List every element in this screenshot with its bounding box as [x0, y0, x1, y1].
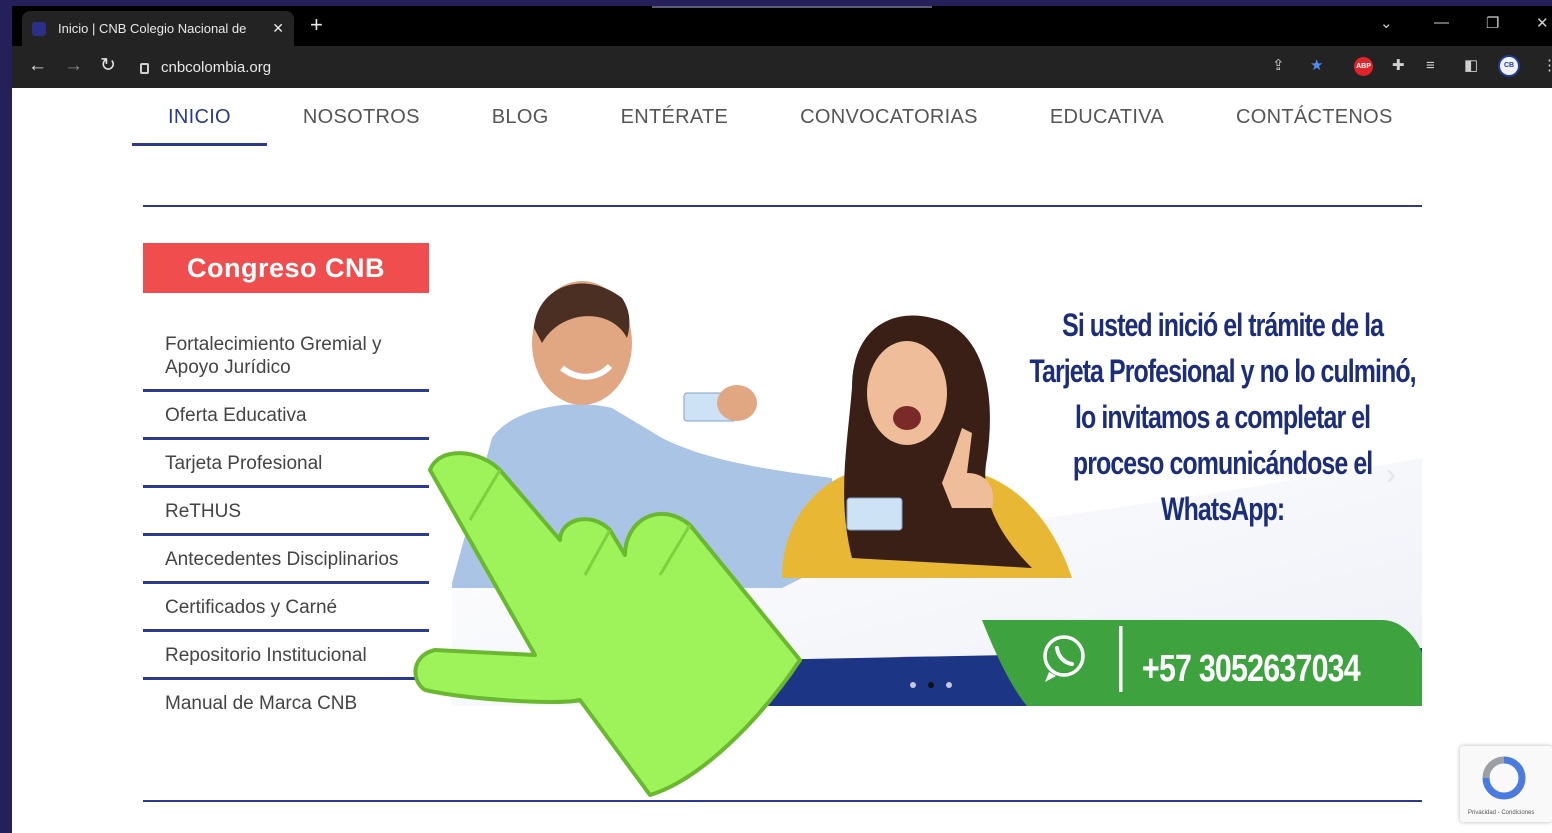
reading-list-icon[interactable]: ≡ — [1426, 57, 1435, 75]
sidebar-item-certificados[interactable]: Certificados y Carné — [143, 584, 429, 632]
restore-icon[interactable]: ❐ — [1486, 14, 1499, 32]
sidebar: Congreso CNB Fortalecimiento Gremial y A… — [143, 243, 429, 725]
carousel-dots — [910, 682, 952, 688]
site-favicon-icon — [32, 21, 46, 36]
profile-avatar[interactable]: CB — [1498, 55, 1520, 77]
banner-line-4: proceso comunicándose el — [1072, 445, 1373, 481]
tab-strip: Inicio | CNB Colegio Nacional de ✕ + ⌄ —… — [12, 6, 1552, 46]
reload-icon[interactable]: ↻ — [100, 55, 116, 77]
carousel-next-icon[interactable]: › — [1386, 458, 1396, 492]
sidebar-menu: Fortalecimiento Gremial y Apoyo Jurídico… — [143, 329, 429, 725]
carousel-dot[interactable] — [910, 682, 916, 688]
browser-window: Inicio | CNB Colegio Nacional de ✕ + ⌄ —… — [12, 6, 1552, 833]
recaptcha-label: Privacidad - Condiciones — [1468, 810, 1535, 816]
sidebar-item-manual-marca[interactable]: Manual de Marca CNB — [143, 680, 429, 725]
carousel-dot[interactable] — [946, 682, 952, 688]
bottom-divider — [143, 800, 1422, 802]
url-text: cnbcolombia.org — [161, 58, 272, 76]
hero-carousel[interactable]: Si usted inició el trámite de la Tarjeta… — [452, 258, 1422, 706]
adblock-label: ABP — [1354, 57, 1373, 76]
recaptcha-logo-icon — [1482, 756, 1526, 800]
lock-icon — [140, 62, 149, 74]
main-navigation: INICIO NOSOTROS BLOG ENTÉRATE CONVOCATOR… — [132, 106, 1429, 146]
nav-item-blog[interactable]: BLOG — [456, 106, 585, 146]
sidebar-item-tarjeta-profesional[interactable]: Tarjeta Profesional — [143, 440, 429, 488]
adblock-extension-icon[interactable]: ABP — [1354, 57, 1373, 76]
banner-line-3: lo invitamos a completar el — [1075, 399, 1371, 435]
web-page: INICIO NOSOTROS BLOG ENTÉRATE CONVOCATOR… — [12, 88, 1552, 833]
sidebar-item-antecedentes[interactable]: Antecedentes Disciplinarios — [143, 536, 429, 584]
tab-strip-highlight — [652, 6, 932, 8]
banner-line-1: Si usted inició el trámite de la — [1062, 307, 1384, 343]
banner-line-2: Tarjeta Profesional y no lo culminó, — [1029, 353, 1417, 389]
banner-line-5: WhatsApp: — [1160, 491, 1285, 527]
nav-item-convocatorias[interactable]: CONVOCATORIAS — [764, 106, 1014, 146]
minimize-icon[interactable]: — — [1434, 14, 1449, 31]
active-tab[interactable]: Inicio | CNB Colegio Nacional de ✕ — [22, 11, 294, 46]
forward-arrow-icon[interactable]: → — [64, 55, 83, 77]
share-icon[interactable]: ⇪ — [1272, 57, 1285, 75]
profile-initials: CB — [1498, 55, 1520, 77]
nav-item-enterate[interactable]: ENTÉRATE — [585, 106, 765, 146]
sidebar-item-fortalecimiento[interactable]: Fortalecimiento Gremial y Apoyo Jurídico — [143, 329, 429, 392]
nav-item-educativa[interactable]: EDUCATIVA — [1014, 106, 1200, 146]
banner-headline: Si usted inició el trámite de la Tarjeta… — [1012, 302, 1422, 532]
recaptcha-badge[interactable]: Privacidad - Condiciones — [1460, 746, 1552, 822]
nav-item-contactenos[interactable]: CONTÁCTENOS — [1200, 106, 1429, 146]
extensions-puzzle-icon[interactable]: ✚ — [1392, 57, 1405, 75]
back-arrow-icon[interactable]: ← — [28, 55, 47, 77]
nav-item-nosotros[interactable]: NOSOTROS — [267, 106, 456, 146]
browser-toolbar: ← → ↻ cnbcolombia.org ⇪ ★ ABP ✚ ≡ ◧ CB ⋮ — [12, 46, 1552, 88]
sidebar-item-repositorio[interactable]: Repositorio Institucional — [143, 632, 429, 680]
new-tab-button[interactable]: + — [310, 14, 323, 36]
carousel-dot-active[interactable] — [928, 682, 934, 688]
tab-search-chevron-icon[interactable]: ⌄ — [1380, 14, 1393, 32]
tab-close-icon[interactable]: ✕ — [272, 20, 284, 37]
sidebar-item-oferta-educativa[interactable]: Oferta Educativa — [143, 392, 429, 440]
browser-menu-icon[interactable]: ⋮ — [1542, 57, 1552, 75]
top-divider — [143, 205, 1422, 207]
address-bar[interactable]: cnbcolombia.org — [140, 53, 1340, 81]
side-panel-icon[interactable]: ◧ — [1464, 57, 1478, 75]
whatsapp-phone-number[interactable]: +57 3052637034 — [1142, 648, 1361, 691]
tab-title: Inicio | CNB Colegio Nacional de — [58, 21, 247, 36]
congreso-cnb-button[interactable]: Congreso CNB — [143, 243, 429, 293]
nav-item-inicio[interactable]: INICIO — [132, 106, 267, 146]
sidebar-item-rethus[interactable]: ReTHUS — [143, 488, 429, 536]
window-close-icon[interactable]: ✕ — [1536, 14, 1549, 32]
bookmark-star-icon[interactable]: ★ — [1310, 57, 1323, 75]
